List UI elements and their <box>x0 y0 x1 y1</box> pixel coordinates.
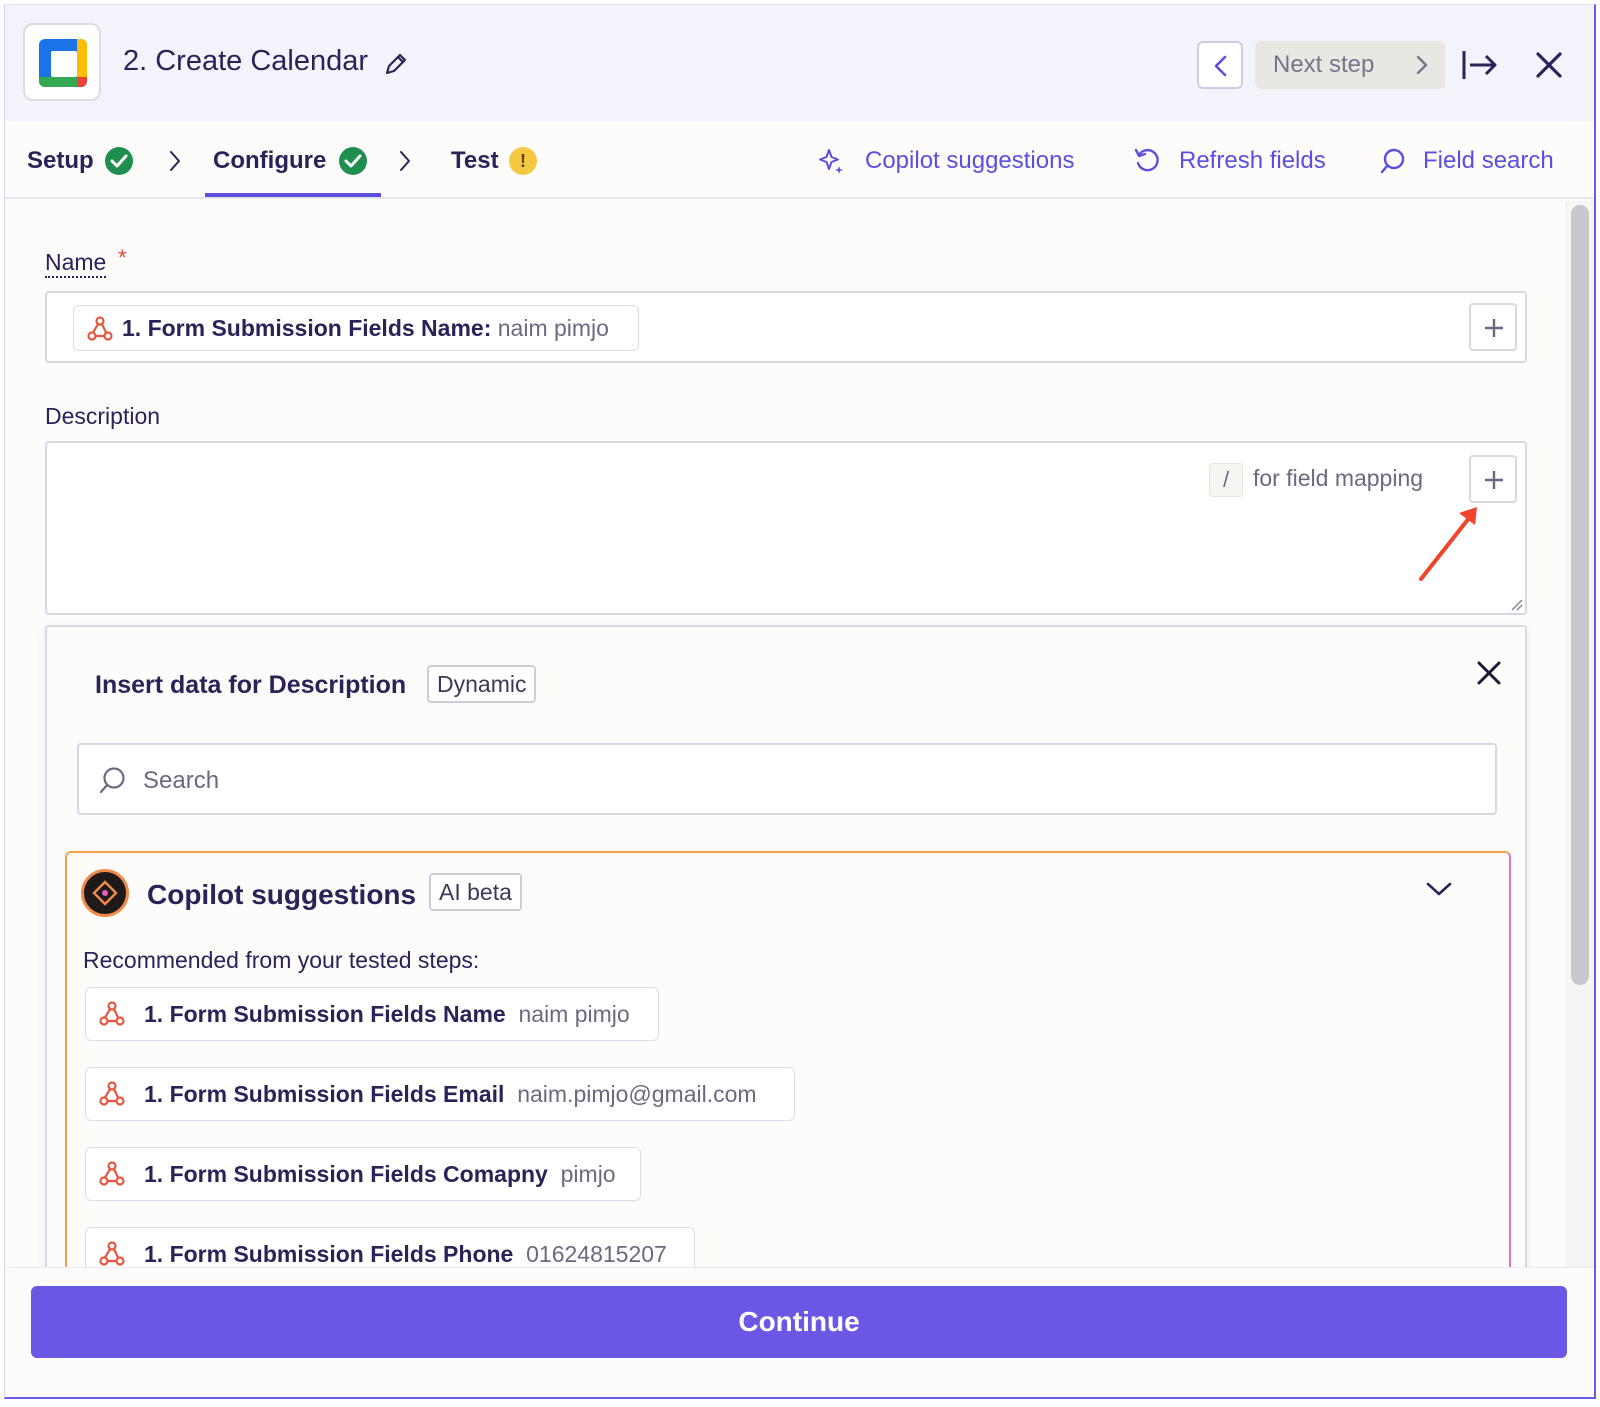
check-circle-icon <box>105 147 133 175</box>
refresh-fields-link[interactable]: Refresh fields <box>1179 147 1326 175</box>
resize-handle-icon[interactable] <box>1509 597 1523 611</box>
tab-test[interactable]: Test <box>451 147 499 175</box>
search-input[interactable]: Search <box>77 743 1497 815</box>
close-icon[interactable] <box>1531 47 1567 83</box>
copilot-suggestions-link[interactable]: Copilot suggestions <box>865 147 1074 175</box>
suggestion-key: 1. Form Submission Fields Name <box>144 1001 506 1027</box>
warning-icon: ! <box>509 147 537 175</box>
suggestion-key: 1. Form Submission Fields Comapny <box>144 1161 548 1187</box>
insert-data-button[interactable] <box>1469 303 1517 351</box>
step-header: 2. Create Calendar Next step <box>5 5 1594 121</box>
webhook-icon <box>87 316 113 341</box>
suggestion-key: 1. Form Submission Fields Email <box>144 1081 505 1107</box>
copilot-avatar-icon <box>81 869 129 917</box>
chevron-right-icon <box>170 151 180 171</box>
description-label: Description <box>45 403 161 429</box>
suggestion-value: pimjo <box>560 1161 616 1187</box>
insert-panel-title: Insert data for Description <box>95 671 407 699</box>
chevron-left-icon <box>1214 55 1227 77</box>
suggestion-value: 01624815207 <box>526 1241 667 1267</box>
previous-step-button[interactable] <box>1197 41 1243 89</box>
search-icon <box>99 767 125 794</box>
name-field[interactable]: 1. Form Submission Fields Name: naim pim… <box>45 291 1527 363</box>
slash-shortcut-key: / <box>1209 463 1243 497</box>
chevron-right-icon <box>1416 55 1428 75</box>
active-tab-indicator <box>205 193 381 197</box>
step-editor-panel: 2. Create Calendar Next step Setup Confi… <box>4 4 1596 1399</box>
next-step-label: Next step <box>1273 51 1375 78</box>
webhook-icon <box>99 1241 125 1266</box>
required-marker: * <box>118 245 127 270</box>
plus-icon <box>1485 471 1503 489</box>
recommended-label: Recommended from your tested steps: <box>83 947 480 973</box>
suggestion-item[interactable]: 1. Form Submission Fields Name naim pimj… <box>85 987 659 1041</box>
ai-beta-badge: AI beta <box>429 873 522 911</box>
name-label: Name <box>45 249 107 278</box>
tab-configure[interactable]: Configure <box>213 147 326 175</box>
step-tabs: Setup Configure Test ! Copilot suggestio… <box>5 121 1594 199</box>
next-step-button[interactable]: Next step <box>1255 41 1445 89</box>
search-placeholder: Search <box>143 767 220 794</box>
step-title: 2. Create Calendar <box>123 45 369 77</box>
suggestion-value: naim.pimjo@gmail.com <box>517 1081 757 1107</box>
refresh-icon <box>1134 148 1159 172</box>
insert-data-button[interactable] <box>1469 455 1517 503</box>
field-mapping-hint: for field mapping <box>1253 465 1424 491</box>
mapped-field-pill[interactable]: 1. Form Submission Fields Name: naim pim… <box>73 305 639 351</box>
google-calendar-icon <box>23 23 101 101</box>
plus-icon <box>1485 319 1503 337</box>
check-circle-icon <box>339 147 367 175</box>
field-search-link[interactable]: Field search <box>1423 147 1554 175</box>
pill-key: 1. Form Submission Fields Name: <box>122 315 492 341</box>
footer: Continue <box>5 1267 1594 1397</box>
suggestion-item[interactable]: 1. Form Submission Fields Email naim.pim… <box>85 1067 795 1121</box>
chevron-right-icon <box>400 151 410 171</box>
suggestion-value: naim pimjo <box>518 1001 630 1027</box>
webhook-icon <box>99 1081 125 1106</box>
webhook-icon <box>99 1161 125 1186</box>
chevron-down-icon[interactable] <box>1425 879 1453 899</box>
expand-panel-icon[interactable] <box>1461 47 1499 83</box>
pencil-icon[interactable] <box>383 51 409 77</box>
suggestion-item[interactable]: 1. Form Submission Fields Comapny pimjo <box>85 1147 641 1201</box>
dynamic-badge: Dynamic <box>427 665 537 703</box>
continue-button[interactable]: Continue <box>31 1286 1567 1358</box>
search-icon <box>1380 148 1405 174</box>
suggestion-key: 1. Form Submission Fields Phone <box>144 1241 514 1267</box>
annotation-arrow-icon <box>1419 507 1477 581</box>
description-field[interactable]: / for field mapping <box>45 441 1527 615</box>
pill-value: naim pimjo <box>497 315 609 341</box>
tab-setup[interactable]: Setup <box>27 147 94 175</box>
webhook-icon <box>99 1001 125 1026</box>
copilot-suggestions-title: Copilot suggestions <box>147 879 417 910</box>
sparkle-icon <box>819 149 843 174</box>
scrollbar-thumb[interactable] <box>1571 205 1589 985</box>
close-icon[interactable] <box>1473 657 1505 689</box>
